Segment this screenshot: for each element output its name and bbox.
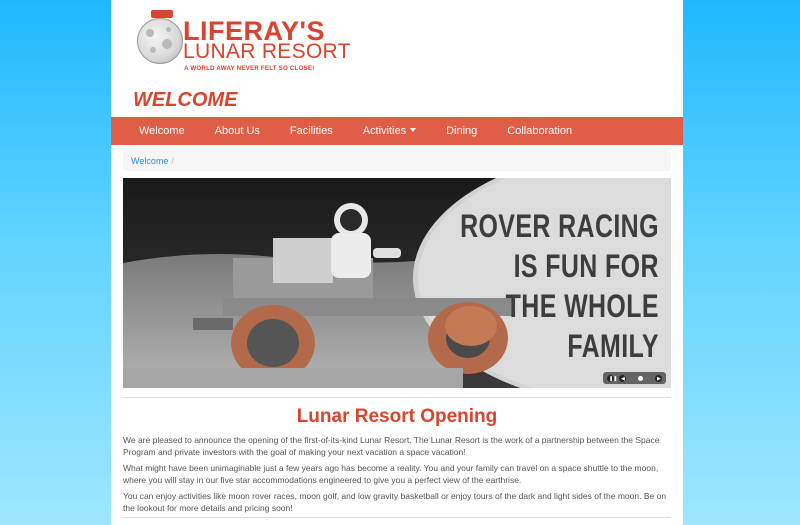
site-logo[interactable]: LIFERAY'S LUNAR RESORT A WORLD AWAY NEVE… — [135, 8, 350, 72]
page-container: LIFERAY'S LUNAR RESORT A WORLD AWAY NEVE… — [111, 0, 683, 525]
article-paragraph: What might have been unimaginable just a… — [123, 463, 659, 485]
slide-caption-line: FAMILY — [567, 328, 659, 364]
nav-item-activities[interactable]: Activities — [348, 117, 431, 145]
nav-item-welcome[interactable]: Welcome — [111, 117, 200, 145]
caret-down-icon — [410, 128, 417, 132]
slide-caption-line: THE WHOLE — [505, 288, 659, 324]
pause-icon[interactable]: ❚❚ — [606, 373, 617, 383]
main-nav: Welcome About Us Facilities Activities D… — [111, 117, 683, 145]
carousel-dot[interactable] — [646, 375, 651, 381]
next-icon[interactable]: ▶ — [654, 373, 663, 383]
slide-caption-line: ROVER RACING — [460, 208, 659, 244]
nav-item-activities-label: Activities — [362, 125, 407, 137]
breadcrumb-separator: / — [171, 156, 174, 166]
logo-subtitle: LUNAR RESORT — [183, 40, 351, 63]
breadcrumb: Welcome / — [123, 151, 671, 171]
logo-tagline: A WORLD AWAY NEVER FELT SO CLOSE! — [184, 65, 315, 72]
carousel-dot[interactable] — [630, 375, 635, 381]
logo-moon-icon — [137, 18, 183, 64]
divider — [123, 517, 671, 518]
nav-item-collaboration[interactable]: Collaboration — [492, 117, 587, 145]
article-paragraph: You can enjoy activities like moon rover… — [123, 491, 667, 513]
image-carousel[interactable]: ROVER RACING IS FUN FOR THE WHOLE FAMILY… — [123, 178, 671, 388]
nav-item-facilities[interactable]: Facilities — [275, 117, 348, 145]
article-title: Lunar Resort Opening — [296, 406, 498, 427]
logo-rover-graphic — [151, 10, 173, 18]
nav-item-dining[interactable]: Dining — [431, 117, 492, 145]
article-paragraph: We are pleased to announce the opening o… — [123, 435, 660, 457]
previous-icon[interactable]: ◀ — [618, 373, 627, 383]
nav-item-about-us[interactable]: About Us — [200, 117, 275, 145]
page-title: WELCOME — [133, 89, 238, 111]
carousel-controls: ❚❚ ◀ ▶ — [603, 372, 666, 384]
divider — [123, 397, 671, 398]
breadcrumb-link-welcome[interactable]: Welcome — [131, 156, 168, 166]
carousel-dot-active[interactable] — [638, 375, 643, 381]
slide-caption: ROVER RACING IS FUN FOR THE WHOLE FAMILY — [460, 206, 659, 366]
slide-caption-line: IS FUN FOR — [513, 248, 659, 284]
